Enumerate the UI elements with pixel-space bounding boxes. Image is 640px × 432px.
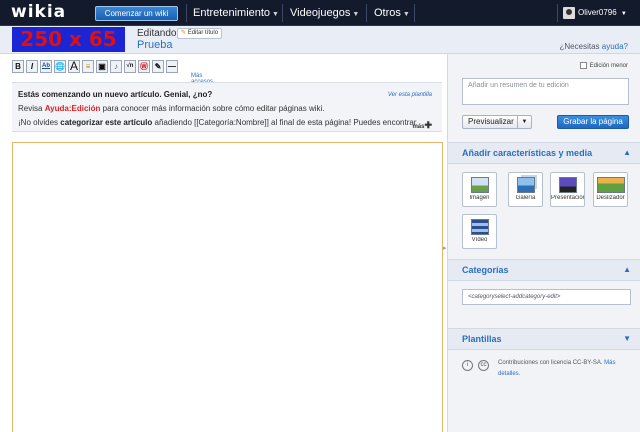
more-link[interactable]: más✚ <box>412 118 432 134</box>
chevron-down-icon: ▼ <box>402 11 410 18</box>
math-button[interactable]: √n <box>124 60 136 73</box>
nowiki-button[interactable]: Ⓦ <box>138 60 150 73</box>
edit-title-label: Editar título <box>187 30 219 36</box>
notice-text: ¡No olvides <box>18 118 61 127</box>
nav-label: Otros <box>374 7 401 19</box>
signature-button[interactable]: ✎ <box>152 60 164 73</box>
pencil-icon: ✎ <box>181 30 187 36</box>
edit-textarea[interactable] <box>12 142 443 432</box>
chevron-down-icon[interactable]: ▼ <box>517 116 531 128</box>
add-slideshow-button[interactable]: Presentación <box>550 172 585 207</box>
preview-button[interactable]: Previsualizar ▼ <box>462 115 532 129</box>
slider-icon <box>596 177 625 193</box>
templates-section-header[interactable]: Plantillas ▼ <box>448 328 640 350</box>
horizontal-line-button[interactable]: — <box>166 60 178 73</box>
media-heading: Añadir características y media <box>462 148 593 158</box>
add-gallery-button[interactable]: Galería <box>508 172 543 207</box>
edit-summary-input[interactable]: Añadir un resumen de tu edición <box>462 78 629 105</box>
page-title: Prueba <box>137 39 173 51</box>
nav-item-videojuegos[interactable]: Videojuegos ▼ <box>290 7 359 19</box>
page-header: 250 x 65 Editando ✎ Editar título Prueba… <box>0 26 640 54</box>
categorize-text: categorizar este artículo <box>60 118 153 127</box>
plus-icon: ✚ <box>424 120 432 130</box>
bold-button[interactable]: B <box>12 60 24 73</box>
media-label: Galería <box>515 195 536 201</box>
add-video-button[interactable]: Vídeo <box>462 214 497 249</box>
nav-item-entretenimiento[interactable]: Entretenimiento ▼ <box>193 7 279 19</box>
help-text: ¿Necesitas ayuda? <box>560 42 629 51</box>
collapse-handle-icon[interactable]: ▸ <box>443 244 447 252</box>
notice-text: para conocer más información sobre cómo … <box>100 104 325 113</box>
internal-link-button[interactable]: Ab <box>40 60 52 73</box>
nav-label: Videojuegos <box>290 7 351 19</box>
video-icon <box>470 219 489 235</box>
edit-title-button[interactable]: ✎ Editar título <box>177 28 223 39</box>
preview-label: Previsualizar <box>468 117 514 126</box>
categories-heading: Categorías <box>462 265 509 275</box>
add-category-input[interactable]: <categoryselect-addcategory-edit> <box>462 289 631 305</box>
avatar <box>563 6 575 19</box>
external-link-button[interactable]: 🌐 <box>54 60 66 73</box>
media-section-header[interactable]: Añadir características y media ▲ <box>448 142 640 164</box>
collapse-up-icon: ▲ <box>623 265 631 274</box>
more-label: más <box>412 124 425 130</box>
license-label: Contribuciones con licencia CC-BY-SA. <box>498 360 603 366</box>
save-page-button[interactable]: Grabar la página <box>557 115 629 129</box>
nav-divider <box>366 4 367 22</box>
templates-heading: Plantillas <box>462 334 502 344</box>
help-link[interactable]: ayuda? <box>602 42 628 51</box>
help-edit-link[interactable]: Ayuda:Edición <box>45 104 101 113</box>
collapse-up-icon: ▲ <box>623 148 631 157</box>
editing-label: Editando <box>137 28 177 39</box>
media-label: Imagen <box>469 195 490 201</box>
nav-divider <box>282 4 283 22</box>
user-menu[interactable]: Oliver0796 ▼ <box>557 4 634 22</box>
chevron-down-icon: ▼ <box>272 11 279 18</box>
nav-label: Entretenimiento <box>193 7 271 19</box>
slideshow-icon <box>558 177 577 193</box>
italic-button[interactable]: I <box>26 60 38 73</box>
categories-section-header[interactable]: Categorías ▲ <box>448 259 640 281</box>
license-text: Contribuciones con licencia CC-BY-SA. Má… <box>498 358 632 380</box>
nav-item-otros[interactable]: Otros ▼ <box>374 7 410 19</box>
new-article-notice: Estás comenzando un nuevo artículo. Geni… <box>12 82 442 132</box>
help-prefix: ¿Necesitas <box>559 42 600 51</box>
minor-edit-checkbox[interactable] <box>579 62 587 69</box>
editor-sidebar: Edición menor Añadir un resumen de tu ed… <box>447 54 640 432</box>
ad-placeholder: 250 x 65 <box>12 27 125 52</box>
chevron-down-icon: ▼ <box>352 11 360 18</box>
notice-text: añadiendo [[Categoría:Nombre]] al final … <box>152 118 417 127</box>
chevron-down-icon: ▼ <box>620 11 627 17</box>
top-navigation-bar: wikia Comenzar un wiki Entretenimiento ▼ … <box>0 0 640 26</box>
attribution-icon: i <box>462 360 473 371</box>
media-button[interactable]: ▣ <box>96 60 108 73</box>
add-image-button[interactable]: Imagen <box>462 172 497 207</box>
minor-edit-label: Edición menor <box>589 63 628 70</box>
add-slider-button[interactable]: Deslizador <box>593 172 628 207</box>
gallery-icon <box>516 177 535 193</box>
embedded-file-button[interactable]: ≡ <box>82 60 94 73</box>
image-icon <box>470 177 489 193</box>
wikia-logo[interactable]: wikia <box>11 2 66 22</box>
start-wiki-button[interactable]: Comenzar un wiki <box>95 6 178 21</box>
editor-column: B I Ab 🌐 A ≡ ▣ ♪ √n Ⓦ ✎ — ▬ Más accesos … <box>0 54 447 432</box>
view-template-link[interactable]: Ver esta plantilla <box>388 88 432 102</box>
notice-text: Revisa <box>18 104 45 113</box>
media-label: Deslizador <box>596 195 625 201</box>
nav-divider <box>186 4 187 22</box>
music-button[interactable]: ♪ <box>110 60 122 73</box>
minor-edit-option[interactable]: Edición menor <box>579 62 628 70</box>
notice-heading: Estás comenzando un nuevo artículo. Geni… <box>18 90 213 99</box>
media-label: Presentación <box>551 195 584 201</box>
media-label: Vídeo <box>471 237 488 243</box>
nav-divider <box>414 4 415 22</box>
expand-down-icon: ▼ <box>623 334 631 343</box>
headline-button[interactable]: A <box>68 60 80 73</box>
cc-icon: cc <box>478 360 489 371</box>
notice-line-categories: ¡No olvides categorizar este artículo añ… <box>18 116 430 130</box>
username: Oliver0796 <box>578 8 617 17</box>
notice-line-help: Revisa Ayuda:Edición para conocer más in… <box>18 102 436 116</box>
